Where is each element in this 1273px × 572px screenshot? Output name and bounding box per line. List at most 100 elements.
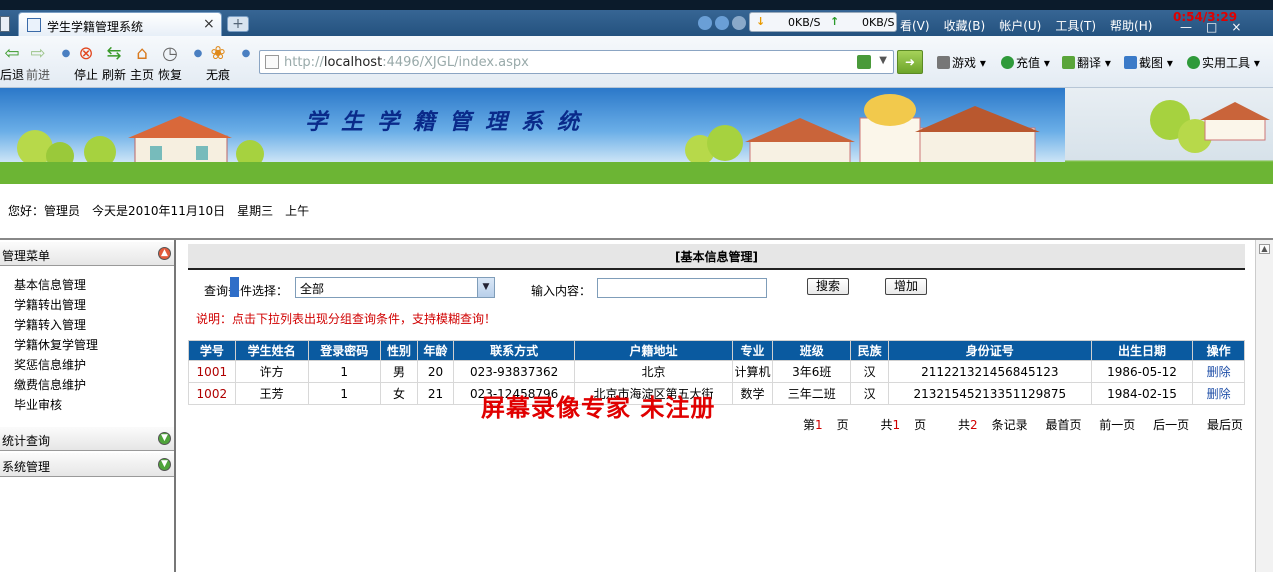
cell-name: 许方 — [234, 360, 309, 383]
browser-title-bar: 学生学籍管理系统 × + ↓ 0KB/S ↑ 0KB/S 看(V) 收藏(B) 帐户… — [0, 0, 1273, 37]
current-page-number: 1 — [814, 418, 823, 432]
col-action: 操作 — [1192, 340, 1245, 361]
dropdown-dot-icon: ● — [193, 48, 203, 59]
next-page-link[interactable]: 后一页 — [1153, 418, 1189, 432]
sidebar-item-transfer-in[interactable]: 学籍转入管理 — [14, 316, 98, 336]
cell-student-id[interactable]: 1002 — [188, 382, 236, 405]
recharge-icon — [1001, 56, 1014, 69]
sidebar-item-rewards[interactable]: 奖惩信息维护 — [14, 356, 98, 376]
expand-icon[interactable]: ▼ — [158, 432, 171, 445]
sidebar-section-stats-label: 统计查询 — [2, 434, 51, 448]
page-scrollbar[interactable]: ▲ — [1255, 240, 1273, 572]
add-button[interactable]: 增加 — [885, 278, 927, 295]
restore-button[interactable]: ◷ 恢复 — [158, 44, 182, 83]
go-button[interactable]: ➜ — [897, 50, 923, 74]
games-tool[interactable]: 游戏 ▾ — [937, 54, 986, 71]
table-row: 1002 王芳 1 女 21 023-12458796 北京市海淀区第五大街 数… — [188, 382, 1245, 405]
recharge-tool[interactable]: 充值 ▾ — [1001, 54, 1050, 71]
stop-button[interactable]: ⊗ 停止 — [74, 44, 98, 83]
translate-tool[interactable]: 翻译 ▾ — [1062, 54, 1111, 71]
refresh-button[interactable]: ⇆ 刷新 — [102, 44, 126, 83]
incognito-dropdown[interactable]: ● — [236, 44, 256, 66]
cell-birthdate: 1984-02-15 — [1090, 382, 1194, 405]
page-icon — [265, 55, 279, 69]
back-button[interactable]: ⇦ 后退 — [0, 44, 24, 83]
next-arrow-icon[interactable] — [715, 16, 729, 30]
maximize-icon[interactable]: □ — [1206, 20, 1217, 34]
upload-speed: 0KB/S — [862, 16, 895, 29]
screenshot-icon — [1124, 56, 1137, 69]
address-bar[interactable]: http://localhost:4496/XJGL/index.aspx ▼ — [259, 50, 894, 74]
first-page-link[interactable]: 最首页 — [1045, 418, 1081, 432]
query-condition-value: 全部 — [300, 282, 325, 296]
last-page-link[interactable]: 最后页 — [1207, 418, 1243, 432]
sidebar-section-stats[interactable]: 统计查询 ▼ — [0, 427, 174, 451]
tab-close-icon[interactable]: × — [203, 16, 215, 32]
screenshot-tool[interactable]: 截图 ▾ — [1124, 54, 1173, 71]
refresh-label: 刷新 — [102, 68, 127, 82]
dropdown-dot-icon: ● — [61, 48, 71, 59]
query-condition-select[interactable]: 全部 ▼ — [295, 277, 495, 298]
minimize-icon[interactable]: — — [1180, 20, 1192, 34]
tab-title: 学生学籍管理系统 — [47, 20, 144, 34]
incognito-button[interactable]: ❀ 无痕 — [206, 44, 230, 83]
refresh-icon: ⇆ — [106, 43, 122, 64]
house-left — [128, 116, 232, 167]
cell-password: 1 — [307, 382, 381, 405]
col-gender: 性别 — [379, 340, 419, 361]
sidebar-item-basic-info[interactable]: 基本信息管理 — [14, 276, 98, 296]
sidebar-item-transfer-out[interactable]: 学籍转出管理 — [14, 296, 98, 316]
utilities-label: 实用工具 — [1202, 56, 1251, 70]
url-text[interactable]: http://localhost:4496/XJGL/index.aspx — [284, 55, 529, 70]
total-pages-suffix: 页 — [914, 418, 927, 432]
prev-arrow-icon[interactable] — [698, 16, 712, 30]
nav-arrows — [698, 16, 749, 33]
expand-icon[interactable]: ▼ — [158, 458, 171, 471]
forward-button[interactable]: ⇨ 前进 — [26, 44, 50, 83]
stop-icon: ⊗ — [78, 43, 94, 64]
chevron-down-icon[interactable]: ▼ — [477, 278, 494, 297]
collapse-icon[interactable]: ▲ — [158, 247, 171, 260]
delete-link[interactable]: 删除 — [1192, 382, 1245, 405]
delete-link[interactable]: 删除 — [1192, 360, 1245, 383]
new-tab-button[interactable]: + — [227, 16, 249, 32]
menu-help[interactable]: 帮助(H) — [1110, 19, 1152, 33]
history-dropdown[interactable]: ● — [56, 44, 76, 66]
menu-view[interactable]: 看(V) — [900, 19, 930, 33]
forward-label: 前进 — [26, 68, 51, 82]
menu-favorites[interactable]: 收藏(B) — [944, 19, 986, 33]
search-button[interactable]: 搜索 — [807, 278, 849, 295]
total-pages-prefix: 共 — [880, 418, 893, 432]
cell-age: 20 — [417, 360, 454, 383]
search-input[interactable] — [597, 278, 767, 298]
panel-title: [基本信息管理] — [188, 244, 1245, 270]
prev-page-link[interactable]: 前一页 — [1099, 418, 1135, 432]
sidebar-item-suspend-resume[interactable]: 学籍休复学管理 — [14, 336, 98, 356]
current-page: 第1 页 — [789, 418, 849, 432]
col-contact: 联系方式 — [452, 340, 576, 361]
security-shield-icon[interactable] — [857, 55, 871, 69]
castle-right — [745, 94, 1040, 171]
home-label: 主页 — [130, 68, 155, 82]
tab-active[interactable]: 学生学籍管理系统 × — [18, 12, 222, 37]
sidebar-item-fees[interactable]: 缴费信息维护 — [14, 376, 98, 396]
cell-class: 三年二班 — [772, 382, 852, 405]
window-menu-icon[interactable] — [0, 16, 10, 32]
cell-student-id[interactable]: 1001 — [188, 360, 236, 383]
restore-dropdown[interactable]: ● — [188, 44, 208, 66]
url-dropdown-icon[interactable]: ▼ — [879, 55, 887, 66]
cell-major: 计算机 — [731, 360, 774, 383]
menu-account[interactable]: 帐户(U) — [999, 19, 1041, 33]
utilities-tool[interactable]: 实用工具 ▾ — [1187, 54, 1260, 71]
sidebar-section-system[interactable]: 系统管理 ▼ — [0, 453, 174, 477]
close-window-icon[interactable]: × — [1231, 20, 1241, 34]
sidebar-item-graduation[interactable]: 毕业审核 — [14, 396, 98, 416]
sidebar-section-admin[interactable]: 管理菜单 ▲ — [0, 242, 174, 266]
menu-tools[interactable]: 工具(T) — [1055, 19, 1096, 33]
scroll-up-icon[interactable]: ▲ — [1259, 244, 1270, 254]
download-speed: 0KB/S — [788, 16, 821, 29]
minimize-circle-icon[interactable] — [732, 16, 746, 30]
screenshot-label: 截图 — [1139, 56, 1164, 70]
home-button[interactable]: ⌂ 主页 — [130, 44, 154, 83]
sidebar-items: 基本信息管理 学籍转出管理 学籍转入管理 学籍休复学管理 奖惩信息维护 缴费信息… — [14, 276, 98, 416]
